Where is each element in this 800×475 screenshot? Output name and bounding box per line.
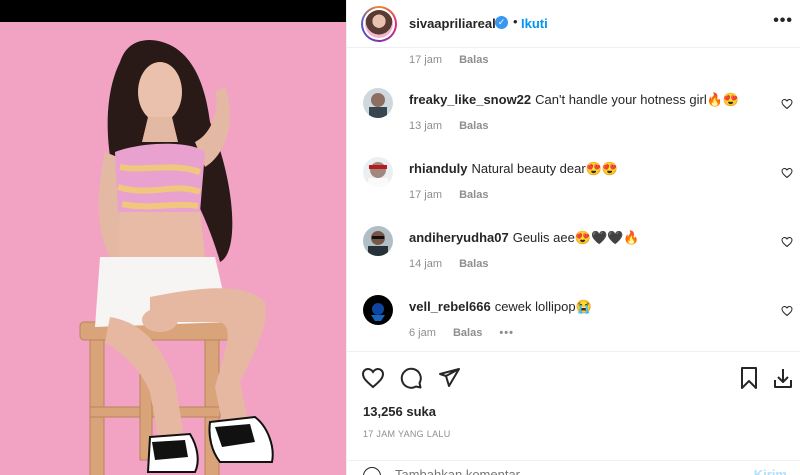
- separator-dot: •: [513, 14, 518, 29]
- reply-button[interactable]: Balas: [459, 189, 488, 201]
- likes-count[interactable]: 13,256 suka: [363, 404, 436, 419]
- like-heart-icon[interactable]: [361, 366, 385, 390]
- post-time-ago: 17 JAM YANG LALU: [363, 429, 451, 439]
- post-comment-button[interactable]: Kirim: [754, 467, 787, 475]
- comment-text: rhianduly Natural beauty dear😍😍: [409, 161, 618, 177]
- more-options-icon[interactable]: •••: [773, 12, 793, 30]
- commenter-avatar[interactable]: [363, 157, 393, 187]
- post-photo[interactable]: [0, 0, 346, 475]
- comment-text: andiheryudha07 Geulis aee😍🖤🖤🔥: [409, 230, 640, 246]
- comment-input[interactable]: [395, 467, 725, 475]
- comment-bubble-icon[interactable]: [399, 366, 423, 390]
- photo-top-bar: [0, 0, 346, 22]
- commenter-avatar[interactable]: [363, 88, 393, 118]
- post-header: sivaapriliareal ✓ • Ikuti •••: [347, 0, 800, 48]
- reply-button[interactable]: Balas: [459, 258, 488, 270]
- post-side-panel: sivaapriliareal ✓ • Ikuti ••• 17 jam Bal…: [346, 0, 800, 475]
- verified-badge-icon: ✓: [495, 16, 508, 29]
- commenter-avatar[interactable]: [363, 295, 393, 325]
- emoji-icon[interactable]: [363, 467, 381, 475]
- comment-meta: 14 jam Balas: [409, 258, 488, 270]
- comment-text: freaky_like_snow22 Can't handle your hotn…: [409, 92, 739, 108]
- comment-meta: 13 jam Balas: [409, 120, 488, 132]
- comment-time: 14 jam: [409, 258, 443, 270]
- reply-button[interactable]: Balas: [459, 54, 488, 66]
- like-comment-heart-icon[interactable]: [781, 305, 793, 317]
- save-bookmark-icon[interactable]: [737, 366, 761, 390]
- comment-item: rhianduly Natural beauty dear😍😍 17 jam Ba…: [363, 157, 793, 201]
- like-comment-heart-icon[interactable]: [781, 167, 793, 179]
- comment-time: 17 jam: [409, 54, 443, 66]
- comment-item: vell_rebel666 cewek lollipop😭 6 jam Balas…: [363, 295, 793, 339]
- share-send-icon[interactable]: [437, 366, 461, 390]
- comments-list[interactable]: 17 jam Balas freaky_like_snow22 Can't han…: [347, 48, 800, 350]
- comment-time: 13 jam: [409, 120, 443, 132]
- commenter-username[interactable]: rhianduly: [409, 161, 468, 176]
- commenter-username[interactable]: vell_rebel666: [409, 299, 491, 314]
- commenter-avatar[interactable]: [363, 226, 393, 256]
- comment-time: 17 jam: [409, 189, 443, 201]
- commenter-username[interactable]: andiheryudha07: [409, 230, 509, 245]
- comment-meta: 17 jam Balas: [409, 189, 488, 201]
- previous-comment-meta: 17 jam Balas: [409, 54, 488, 66]
- comment-body: Geulis aee😍🖤🖤🔥: [512, 230, 640, 245]
- comment-body: cewek lollipop😭: [494, 299, 592, 314]
- comment-meta: 6 jam Balas •••: [409, 327, 514, 339]
- comment-body: Natural beauty dear😍😍: [471, 161, 619, 176]
- comment-text: vell_rebel666 cewek lollipop😭: [409, 299, 592, 315]
- author-username[interactable]: sivaapriliareal: [409, 16, 496, 31]
- reply-button[interactable]: Balas: [459, 120, 488, 132]
- like-comment-heart-icon[interactable]: [781, 98, 793, 110]
- commenter-username[interactable]: freaky_like_snow22: [409, 92, 531, 107]
- reply-button[interactable]: Balas: [453, 327, 482, 339]
- comment-options-icon[interactable]: •••: [499, 327, 514, 339]
- author-avatar[interactable]: [361, 6, 397, 42]
- comment-body: Can't handle your hotness girl🔥😍: [535, 92, 740, 107]
- like-comment-heart-icon[interactable]: [781, 236, 793, 248]
- comment-time: 6 jam: [409, 327, 436, 339]
- post-actions: 13,256 suka 17 JAM YANG LALU Kirim: [347, 351, 800, 475]
- download-icon[interactable]: [771, 366, 795, 390]
- photo-illustration: [79, 40, 274, 475]
- comment-item: andiheryudha07 Geulis aee😍🖤🖤🔥 14 jam Bala…: [363, 226, 793, 270]
- comment-item: freaky_like_snow22 Can't handle your hotn…: [363, 88, 793, 132]
- add-comment-bar: Kirim: [347, 460, 800, 475]
- follow-button[interactable]: Ikuti: [521, 16, 548, 31]
